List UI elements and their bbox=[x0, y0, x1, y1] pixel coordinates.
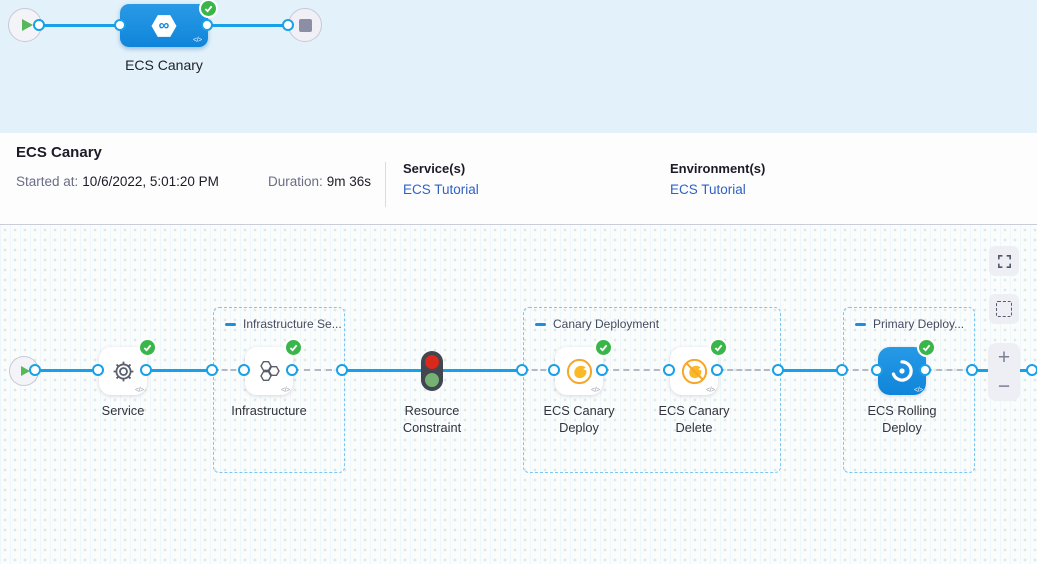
connector-dot bbox=[206, 364, 218, 376]
connector-dot bbox=[548, 364, 560, 376]
connector-dot bbox=[871, 364, 883, 376]
canary-delete-icon bbox=[681, 358, 708, 385]
zoom-in-button[interactable]: + bbox=[988, 343, 1020, 372]
step-label: ECS Canary Deploy bbox=[529, 402, 629, 436]
started-label: Started at: bbox=[16, 174, 78, 189]
hexagons-icon bbox=[254, 356, 284, 386]
code-icon: </> bbox=[914, 387, 923, 394]
code-icon: </> bbox=[281, 387, 290, 394]
connector-dot bbox=[663, 364, 675, 376]
canary-deploy-icon bbox=[566, 358, 593, 385]
edge-line bbox=[147, 369, 213, 372]
step-label: Resource Constraint bbox=[382, 402, 482, 436]
collapse-minus-icon[interactable] bbox=[855, 323, 866, 326]
step-label: ECS Canary Delete bbox=[644, 402, 744, 436]
service-link[interactable]: ECS Tutorial bbox=[403, 182, 479, 197]
edge-line bbox=[343, 369, 421, 372]
group-header: Primary Deploy... bbox=[855, 317, 964, 331]
group-label: Primary Deploy... bbox=[873, 317, 964, 331]
zoom-controls: + − bbox=[988, 343, 1020, 401]
success-check-icon bbox=[594, 338, 613, 357]
group-header: Canary Deployment bbox=[535, 317, 659, 331]
connector-dot bbox=[140, 364, 152, 376]
group-header: Infrastructure Se... bbox=[225, 317, 342, 331]
connector-dot bbox=[966, 364, 978, 376]
gear-icon bbox=[110, 358, 137, 385]
success-check-icon bbox=[284, 338, 303, 357]
code-icon: </> bbox=[706, 387, 715, 394]
connector-dot bbox=[836, 364, 848, 376]
group-label: Infrastructure Se... bbox=[243, 317, 342, 331]
edge-line bbox=[443, 369, 523, 372]
connector-dot bbox=[336, 364, 348, 376]
edge-line-dashed bbox=[718, 369, 779, 371]
step-label: Service bbox=[73, 402, 173, 419]
edge-line bbox=[206, 24, 290, 27]
connector-dot bbox=[919, 364, 931, 376]
success-check-icon bbox=[917, 338, 936, 357]
step-label: Infrastructure bbox=[219, 402, 319, 419]
green-light bbox=[425, 373, 439, 387]
execution-mini-graph: ∞ </> ECS Canary bbox=[0, 0, 1037, 133]
connector-dot bbox=[772, 364, 784, 376]
edge-line-dashed bbox=[603, 369, 670, 371]
fullscreen-button[interactable] bbox=[989, 246, 1019, 276]
red-light bbox=[425, 355, 439, 369]
deployment-stage-icon: ∞ bbox=[149, 11, 179, 41]
resource-constraint-icon[interactable] bbox=[421, 351, 443, 391]
edge-line bbox=[36, 369, 99, 372]
duration: Duration: 9m 36s bbox=[268, 174, 371, 189]
infinity-icon: ∞ bbox=[149, 11, 179, 41]
stop-icon bbox=[299, 19, 312, 32]
code-icon: </> bbox=[135, 387, 144, 394]
connector-dot bbox=[238, 364, 250, 376]
connector-dot bbox=[711, 364, 723, 376]
environments-header: Environment(s) bbox=[670, 161, 765, 176]
collapse-minus-icon[interactable] bbox=[535, 323, 546, 326]
success-check-icon bbox=[709, 338, 728, 357]
marquee-select-icon bbox=[996, 301, 1012, 317]
divider bbox=[385, 162, 386, 207]
fullscreen-icon bbox=[996, 253, 1013, 270]
connector-dot bbox=[282, 19, 294, 31]
started-at: Started at: 10/6/2022, 5:01:20 PM bbox=[16, 174, 219, 189]
connector-dot bbox=[596, 364, 608, 376]
connector-dot bbox=[29, 364, 41, 376]
connector-dot bbox=[92, 364, 104, 376]
ecs-rolling-icon bbox=[889, 358, 915, 384]
stage-label: ECS Canary bbox=[110, 57, 218, 73]
step-label: ECS Rolling Deploy bbox=[852, 402, 952, 436]
started-value: 10/6/2022, 5:01:20 PM bbox=[82, 174, 219, 189]
zoom-out-button[interactable]: − bbox=[988, 372, 1020, 401]
code-icon: </> bbox=[193, 37, 202, 44]
duration-label: Duration: bbox=[268, 174, 323, 189]
edge-line bbox=[779, 369, 843, 372]
duration-value: 9m 36s bbox=[327, 174, 371, 189]
play-icon bbox=[22, 19, 33, 31]
group-label: Canary Deployment bbox=[553, 317, 659, 331]
stage-execution-canvas[interactable]: Infrastructure Se... Canary Deployment P… bbox=[0, 225, 1037, 564]
execution-summary-bar: ECS Canary Started at: 10/6/2022, 5:01:20… bbox=[0, 133, 1037, 225]
success-check-icon bbox=[199, 0, 218, 18]
connector-dot bbox=[201, 19, 213, 31]
connector-dot bbox=[516, 364, 528, 376]
connector-dot bbox=[286, 364, 298, 376]
collapse-minus-icon[interactable] bbox=[225, 323, 236, 326]
reset-selection-button[interactable] bbox=[989, 294, 1019, 324]
edge-line bbox=[39, 24, 122, 27]
environment-link[interactable]: ECS Tutorial bbox=[670, 182, 746, 197]
pipeline-title: ECS Canary bbox=[16, 144, 102, 161]
success-check-icon bbox=[138, 338, 157, 357]
connector-dot bbox=[33, 19, 45, 31]
connector-dot bbox=[1026, 364, 1037, 376]
connector-dot bbox=[114, 19, 126, 31]
code-icon: </> bbox=[591, 387, 600, 394]
services-header: Service(s) bbox=[403, 161, 465, 176]
